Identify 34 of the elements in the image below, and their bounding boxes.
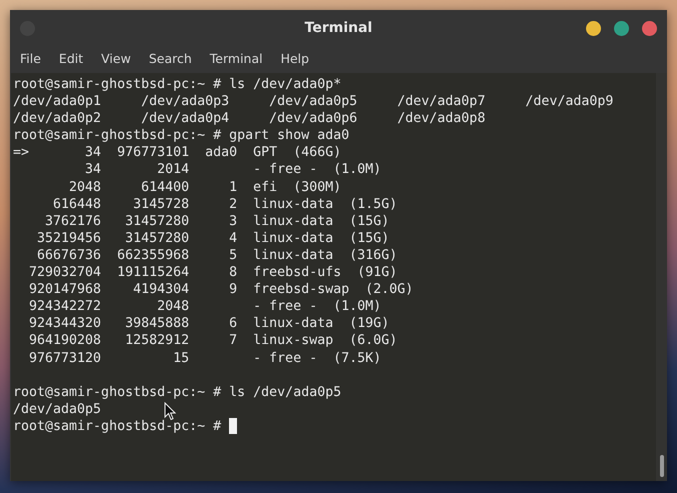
terminal-line: 920147968 4194304 9 freebsd-swap (2.0G) [28, 281, 414, 298]
terminal-line: /dev/ada0p1 /dev/ada0p3 /dev/ada0p5 /dev/ada0p7 /dev/ada0p9 [13, 93, 614, 110]
menu-item[interactable]: Help [270, 51, 318, 66]
terminal-line: root@samir-ghostbsd-pc:~ # gpart show ada0 [13, 127, 350, 144]
terminal-line: /dev/ada0p2 /dev/ada0p4 /dev/ada0p6 /dev/ada0p8 [13, 110, 486, 128]
terminal-line: 964190208 12582912 7 linux-swap (6.0G) [28, 332, 398, 350]
text-cursor [229, 418, 238, 434]
terminal-line: 34 2014 - free - (1.0M) [84, 161, 382, 179]
terminal-line: 616448 3145728 2 linux-data (1.5G) [52, 196, 398, 213]
close-button[interactable] [642, 20, 657, 36]
scroll-thumb[interactable] [660, 455, 664, 477]
terminal-line: 3762176 31457280 3 linux-data (15G) [44, 212, 390, 230]
terminal-line: 924344320 39845888 6 linux-data (19G) [28, 315, 390, 332]
maximize-button[interactable] [614, 20, 629, 36]
terminal-line: root@samir-ghostbsd-pc:~ # ls /dev/ada0p5 [13, 384, 342, 401]
minimize-button[interactable] [586, 20, 601, 36]
menu-item[interactable]: Search [138, 51, 200, 66]
terminal-line: root@samir-ghostbsd-pc:~ # ls /dev/ada0p* [13, 76, 342, 94]
menu-item[interactable]: View [91, 51, 139, 66]
mouse-pointer-icon [164, 402, 176, 421]
terminal-line: 2048 614400 1 efi (300M) [68, 178, 342, 196]
menu-item[interactable]: Edit [48, 51, 92, 66]
menu-item[interactable]: File [10, 51, 49, 66]
terminal-line: 35219456 31457280 4 linux-data (15G) [36, 230, 390, 247]
terminal-line: 976773120 15 - free - (7.5K) [28, 350, 382, 367]
terminal-line: 66676736 662355968 5 linux-data (316G) [36, 246, 398, 264]
menu-item[interactable]: Terminal [200, 51, 271, 66]
terminal-line: => 34 976773101 ada0 GPT (466G) [13, 144, 342, 162]
terminal-line: 924342272 2048 - free - (1.0M) [28, 298, 382, 316]
window-title: Terminal [304, 20, 372, 36]
scrollbar[interactable] [656, 73, 667, 481]
terminal-line: /dev/ada0p5 [13, 400, 102, 418]
terminal-line: 729032704 191115264 8 freebsd-ufs (91G) [28, 264, 398, 282]
terminal-prompt: root@samir-ghostbsd-pc:~ # [13, 418, 222, 435]
